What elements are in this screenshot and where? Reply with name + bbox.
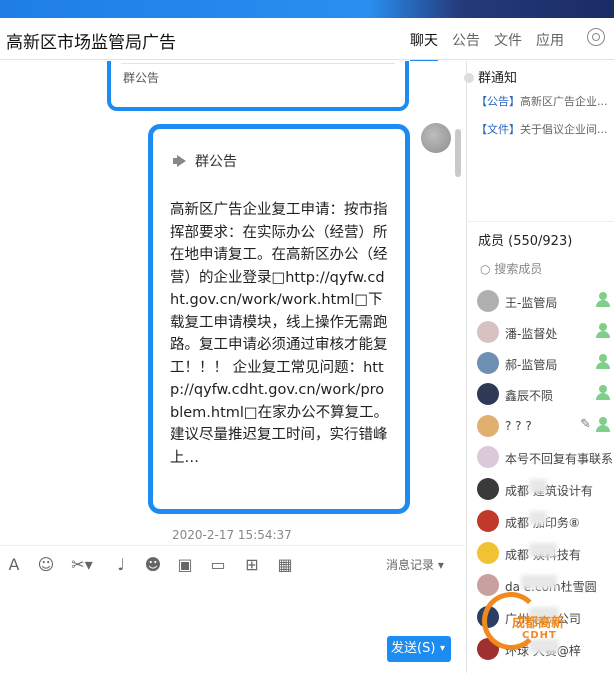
watermark-line1: 成都高新 [512,616,565,631]
announcement-header: 群公告 [173,151,237,171]
message-history-button[interactable]: 消息记录 ▾ [386,556,444,573]
group-title: 高新区市场监管局广告 [6,33,176,53]
divider [121,63,395,64]
chat-scrollbar[interactable] [455,129,461,177]
input-toolbar: A ☺ ✂▾ ♩ ☻ ▣ ▭ ⊞ ▦ 消息记录 ▾ [0,545,465,583]
send-button[interactable]: 发送(S) ▾ [387,636,451,662]
tab-files[interactable]: 文件 [494,30,522,62]
tab-announcement[interactable]: 公告 [452,30,480,62]
chevron-down-icon: ▾ [437,558,444,572]
megaphone-icon [173,155,187,167]
tab-apps[interactable]: 应用 [536,30,564,62]
avatar [477,478,499,500]
avatar [477,383,499,405]
cdht-watermark-logo: 成都高新 CDHT [482,592,612,652]
microphone-icon[interactable]: ♩ [112,556,130,574]
notice-text: 关于倡议企业间... [520,123,608,136]
message-history-label: 消息记录 [386,558,435,572]
window-title-bar [0,0,614,18]
member-item[interactable]: 郝-监管局 [477,350,614,380]
announcement-label: 群公告 [123,71,160,85]
avatar [477,510,499,532]
notice-tag: 【文件】 [476,123,520,136]
avatar [477,542,499,564]
sticker-icon[interactable]: ☻ [144,556,162,574]
admin-icon [595,417,611,433]
group-sidebar: 群通知 【公告】高新区广告企业... 【文件】关于倡议企业间... 成员 (55… [464,61,614,673]
member-item[interactable]: 鑫辰不陨 [477,381,614,411]
watermark-line2: CDHT [522,630,557,641]
message-input[interactable] [0,583,465,633]
avatar [477,352,499,374]
header-tabs: 聊天 公告 文件 应用 [396,30,564,62]
chat-messages[interactable]: 群公告 群公告 高新区广告企业复工申请：按市指挥部要求：在实际办公（经营）所在地… [0,61,465,541]
redaction-blur [521,575,557,589]
font-icon[interactable]: A [5,556,23,574]
folder-icon[interactable]: ▭ [209,556,227,574]
gift-icon[interactable]: ⊞ [243,556,261,574]
member-name: 郝-监管局 [505,358,558,372]
tab-chat[interactable]: 聊天 [410,30,438,62]
redaction-blur [529,479,547,493]
notice-item[interactable]: 【文件】关于倡议企业间... [476,121,614,137]
search-icon: ○ [480,262,491,276]
member-name: 潘-监督处 [505,327,558,341]
sender-avatar[interactable] [421,123,451,153]
member-search[interactable]: ○ 搜索成员 [480,260,542,277]
calendar-icon[interactable]: ▦ [276,556,294,574]
avatar [477,290,499,312]
member-name: ? ? ? [505,419,532,433]
redaction-blur [529,543,557,557]
send-options-chevron-icon[interactable]: ▾ [440,636,445,662]
announcement-body: 高新区广告企业复工申请：按市指挥部要求：在实际办公（经营）所在地申请复工。在高新… [170,202,389,466]
previous-announcement-bubble[interactable]: 群公告 [107,61,409,111]
notice-tag: 【公告】 [476,95,520,108]
member-name: 成都 建筑设计有 [505,484,593,498]
emoji-icon[interactable]: ☺ [37,556,55,574]
notice-text: 高新区广告企业... [520,95,608,108]
admin-icon [595,385,611,401]
message-timestamp: 2020-2-17 15:54:37 [172,528,292,542]
send-label: 发送(S) [391,641,436,656]
member-search-placeholder: 搜索成员 [494,262,543,276]
admin-icon [595,323,611,339]
member-name: 本号不回复有事联系 [505,452,614,466]
divider [467,221,614,222]
group-notice-title: 群通知 [478,71,518,86]
announcement-header-label: 群公告 [195,154,237,170]
admin-icon [595,292,611,308]
member-item[interactable]: ? ? ? ✎ [477,413,614,443]
scissors-icon[interactable]: ✂▾ [70,556,94,574]
member-item[interactable]: 王-监管局 [477,288,614,318]
notice-item[interactable]: 【公告】高新区广告企业... [476,93,614,109]
settings-icon[interactable] [587,28,605,46]
avatar [477,446,499,468]
member-name: 王-监管局 [505,296,558,310]
admin-icon [595,354,611,370]
edit-icon[interactable]: ✎ [580,417,591,432]
chat-header: 高新区市场监管局广告 聊天 公告 文件 应用 [0,18,614,62]
collapse-sidebar-icon[interactable] [464,73,474,83]
member-name: 鑫辰不陨 [505,389,554,403]
redaction-blur [529,511,547,525]
avatar [477,321,499,343]
image-icon[interactable]: ▣ [176,556,194,574]
avatar [477,415,499,437]
members-count: 成员 (550/923) [478,234,573,249]
member-item[interactable]: 本号不回复有事联系 [477,444,614,474]
announcement-bubble[interactable]: 群公告 高新区广告企业复工申请：按市指挥部要求：在实际办公（经营）所在地申请复工… [148,124,410,514]
member-item[interactable]: 潘-监督处 [477,319,614,349]
